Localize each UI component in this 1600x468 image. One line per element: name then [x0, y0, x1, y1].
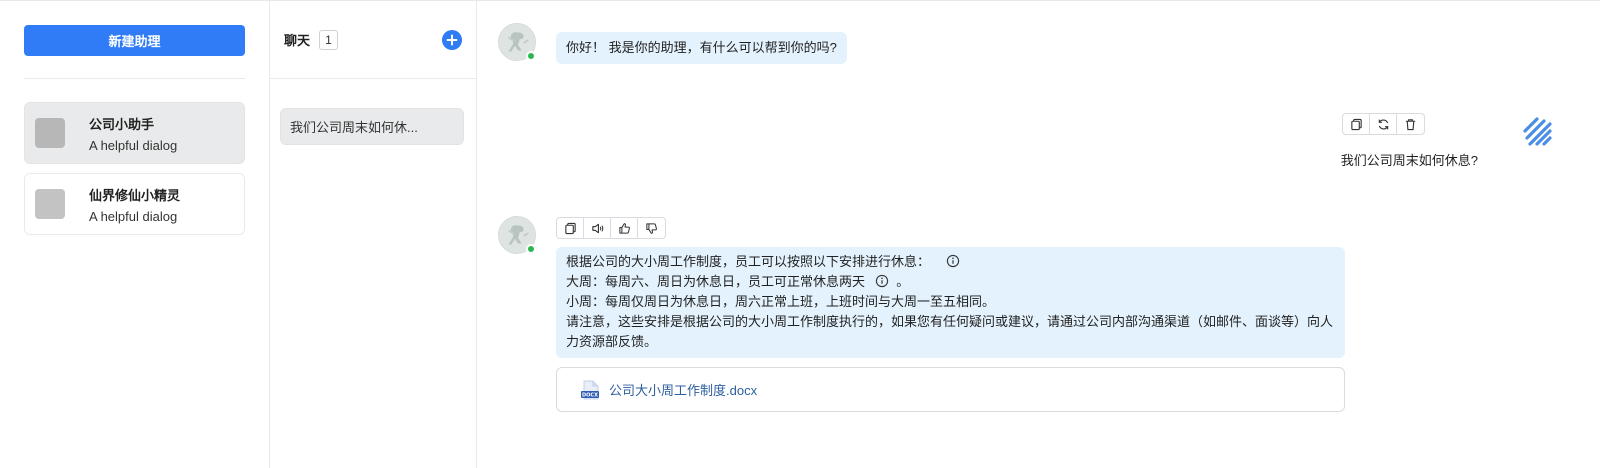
assistant-description: A helpful dialog: [89, 137, 178, 153]
online-status-dot: [526, 51, 536, 61]
assistant-sidebar: 新建助理 公司小助手 A helpful dialog 仙界修仙小精灵 A he…: [0, 1, 270, 468]
sidebar-divider: [24, 78, 245, 79]
online-status-dot: [526, 244, 536, 254]
copy-icon: [1350, 118, 1362, 130]
app-window: 新建助理 公司小助手 A helpful dialog 仙界修仙小精灵 A he…: [0, 0, 1600, 468]
answer-line: 根据公司的大小周工作制度，员工可以按照以下安排进行休息：: [566, 254, 931, 269]
citation-info-icon[interactable]: [946, 254, 960, 268]
trash-icon: [1405, 118, 1416, 130]
new-chat-button[interactable]: [442, 29, 462, 50]
attachment-filename: 公司大小周工作制度.docx: [609, 383, 758, 398]
citation-info-icon[interactable]: [875, 274, 889, 288]
chat-panel: 你好！ 我是你的助理，有什么可以帮到你的吗? 我们公司周末如何休息? 根据公司的…: [477, 1, 1600, 468]
conversation-title: 聊天: [284, 33, 311, 48]
regenerate-button[interactable]: [1370, 114, 1397, 134]
read-aloud-button[interactable]: [584, 218, 611, 238]
like-button[interactable]: [611, 218, 638, 238]
answer-line: 请注意，这些安排是根据公司的大小周工作制度执行的，如果您有任何疑问或建议，请通过…: [566, 314, 1334, 349]
attachment-card[interactable]: DOCX 公司大小周工作制度.docx: [556, 367, 1345, 412]
copy-button[interactable]: [557, 218, 584, 238]
copy-icon: [564, 222, 576, 234]
dislike-button[interactable]: [638, 218, 665, 238]
user-avatar-icon: [1523, 117, 1552, 146]
user-message-text: 我们公司周末如何休息?: [1340, 153, 1478, 168]
user-message-toolbar: [1342, 113, 1425, 135]
conversation-item[interactable]: 我们公司周末如何休...: [280, 108, 464, 145]
plus-icon: [446, 34, 458, 45]
assistant-avatar: [35, 189, 65, 219]
thumbs-up-icon: [618, 222, 630, 234]
assistant-name: 公司小助手: [89, 116, 155, 132]
assistant-item-fairy[interactable]: 仙界修仙小精灵 A helpful dialog: [24, 173, 245, 235]
speaker-icon: [591, 223, 603, 233]
thumbs-down-icon: [646, 222, 657, 234]
answer-line: 大周：每周六、周日为休息日，员工可正常休息两天: [566, 274, 866, 289]
bot-message-toolbar: [556, 217, 666, 239]
docx-file-icon: DOCX: [581, 380, 599, 399]
new-assistant-button[interactable]: 新建助理: [24, 25, 245, 56]
refresh-icon: [1378, 119, 1388, 129]
assistant-item-company-helper[interactable]: 公司小助手 A helpful dialog: [24, 102, 245, 164]
bot-answer-bubble: 根据公司的大小周工作制度，员工可以按照以下安排进行休息： 大周：每周六、周日为休…: [556, 247, 1345, 358]
assistant-name: 仙界修仙小精灵: [89, 187, 181, 203]
copy-button[interactable]: [1343, 114, 1370, 134]
answer-line-suffix: 。: [896, 274, 910, 289]
bot-greeting-bubble: 你好！ 我是你的助理，有什么可以帮到你的吗?: [556, 32, 847, 64]
conversation-count-badge: 1: [319, 29, 339, 50]
conversation-header: 聊天 1: [270, 1, 476, 79]
assistant-description: A helpful dialog: [89, 208, 178, 224]
conversation-list: 聊天 1 我们公司周末如何休...: [270, 1, 477, 468]
assistant-avatar: [35, 118, 65, 148]
answer-line: 小周：每周仅周日为休息日，周六正常上班，上班时间与大周一至五相同。: [566, 294, 996, 309]
docx-icon-label: DOCX: [582, 392, 598, 398]
delete-button[interactable]: [1397, 114, 1424, 134]
